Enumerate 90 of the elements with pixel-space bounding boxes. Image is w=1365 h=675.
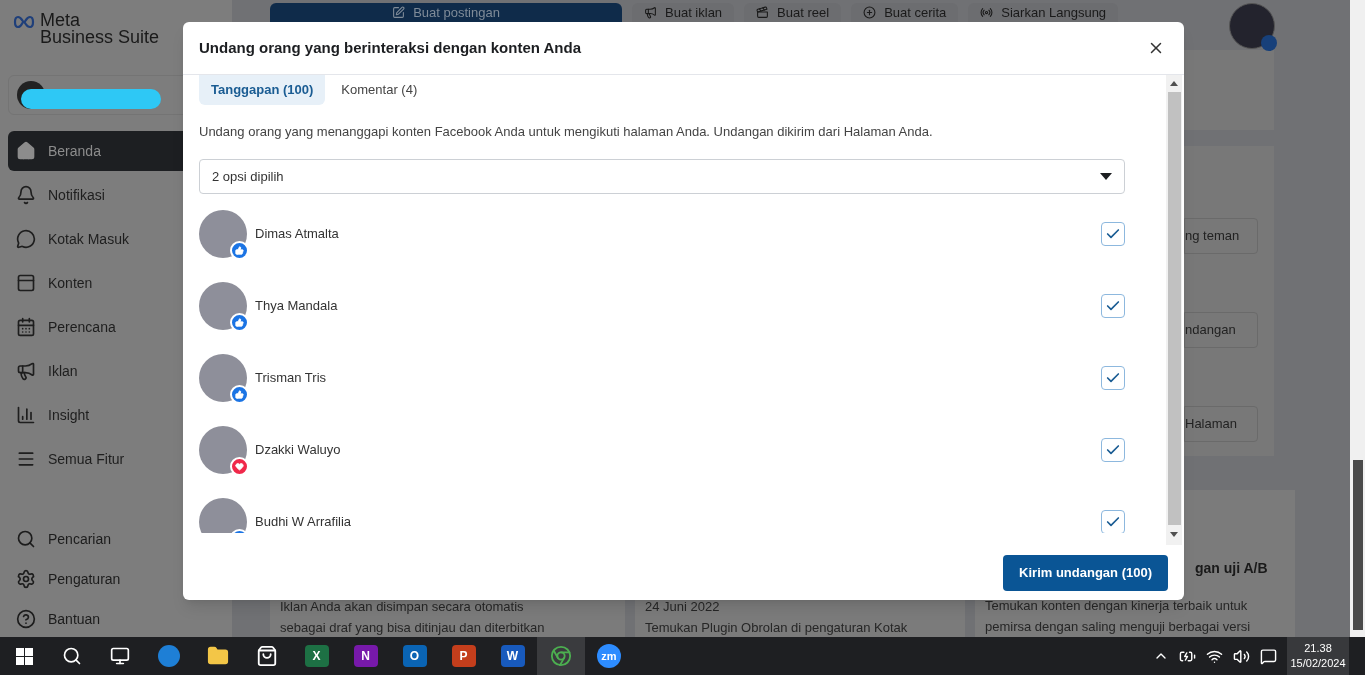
scrollbar-thumb[interactable]: [1167, 92, 1181, 525]
scrollbar-thumb[interactable]: [1352, 460, 1363, 630]
person-name: Dzakki Waluyo: [255, 441, 341, 460]
card-text: Temukan konten dengan kinerja terbaik untuk: [985, 597, 1249, 615]
sidebar-item[interactable]: Semua Fitur: [8, 439, 224, 479]
store-bag-icon[interactable]: [256, 645, 278, 667]
volume-icon[interactable]: [1233, 647, 1250, 665]
app-icon[interactable]: X: [304, 645, 329, 667]
sidebar-item[interactable]: Pencarian: [8, 521, 224, 557]
create-action-button[interactable]: Buat postingan: [270, 3, 622, 22]
megaphone-icon: [644, 6, 657, 19]
sidebar-item[interactable]: Kotak Masuk: [8, 219, 224, 259]
avatar: [199, 426, 247, 474]
home-icon: [16, 141, 36, 161]
search-icon[interactable]: [62, 646, 82, 666]
sidebar-item[interactable]: Insight: [8, 395, 224, 435]
brand-name: Meta: [40, 12, 82, 29]
create-action-button[interactable]: Buat cerita: [851, 3, 959, 22]
tab[interactable]: Komentar (4): [329, 75, 430, 105]
dialog-title: Undang orang yang berinteraksi dengan konten Anda: [199, 37, 581, 58]
create-action-button[interactable]: Siarkan Langsung: [968, 3, 1119, 22]
clock[interactable]: 21.38 15/02/2024: [1287, 637, 1349, 675]
page-avatar[interactable]: [1229, 3, 1275, 49]
like-reaction-icon: [230, 241, 249, 260]
checkbox[interactable]: [1101, 366, 1125, 390]
task-view-icon[interactable]: [110, 646, 130, 666]
sidebar-item[interactable]: Bantuan: [8, 601, 224, 637]
menu-icon: [16, 449, 36, 469]
notifications-icon[interactable]: [1260, 647, 1277, 665]
sidebar-item[interactable]: Pengaturan: [8, 561, 224, 597]
brand-subtitle: Business Suite: [39, 29, 160, 46]
plus-circle-icon: [863, 6, 877, 19]
windows-start-icon[interactable]: [15, 647, 33, 665]
bell-icon: [16, 185, 36, 205]
sidebar-item[interactable]: Perencana: [8, 307, 224, 347]
app-icon[interactable]: W: [500, 645, 525, 667]
infinity-logo-icon: [12, 15, 36, 29]
card-text: Iklan Anda akan disimpan secara otomatis: [280, 598, 525, 616]
dropdown-caret-icon: [1100, 173, 1112, 180]
chat-bubble-icon: [16, 229, 36, 249]
settings-icon: [16, 569, 36, 589]
app-icon[interactable]: N: [353, 645, 378, 667]
zoom-app-icon[interactable]: zm: [597, 644, 621, 668]
card-title: gan uji A/B: [1195, 560, 1268, 576]
like-reaction-icon: [230, 385, 249, 404]
person-name: Dimas Atmalta: [255, 225, 339, 244]
create-action-button[interactable]: Buat iklan: [632, 3, 735, 22]
chrome-browser-icon[interactable]: [550, 645, 572, 667]
side-button[interactable]: ndangan: [1184, 312, 1258, 348]
avatar: [199, 498, 247, 533]
app-icon[interactable]: O: [402, 645, 427, 667]
person-name: Trisman Tris: [255, 369, 327, 388]
calendar-icon: [16, 317, 36, 337]
card-text: sebagai draf yang bisa ditinjau dan diterbitkan: [280, 619, 546, 637]
side-button[interactable]: ng teman: [1184, 218, 1258, 254]
checkbox[interactable]: [1101, 294, 1125, 318]
broadcast-icon: [980, 6, 994, 19]
checkbox[interactable]: [1101, 438, 1125, 462]
help-icon: [16, 609, 36, 629]
tab[interactable]: Tanggapan (100): [199, 75, 326, 105]
content-icon: [16, 273, 36, 293]
card-text: pemirsa dengan saling menguji berbagai versi: [985, 618, 1252, 636]
pen-square-icon: [392, 6, 406, 19]
megaphone-icon: [16, 361, 36, 381]
search-icon: [16, 529, 36, 549]
person-name: Budhi W Arrafilia: [255, 513, 352, 532]
create-action-button[interactable]: Buat reel: [744, 3, 842, 22]
scroll-up-arrow-icon[interactable]: [1170, 81, 1178, 86]
send-invites-button[interactable]: Kirim undangan (100): [1003, 554, 1168, 591]
page-scrollbar[interactable]: [1350, 0, 1365, 637]
side-button[interactable]: Halaman: [1184, 406, 1258, 442]
person-name: Thya Mandala: [255, 297, 338, 316]
scroll-down-arrow-icon[interactable]: [1170, 532, 1178, 537]
checkbox[interactable]: [1101, 222, 1125, 246]
card-text: Temukan Plugin Obrolan di pengaturan Kotak: [645, 619, 909, 637]
clapperboard-icon: [756, 6, 770, 19]
avatar: [199, 282, 247, 330]
avatar: [199, 354, 247, 402]
folder-icon[interactable]: [207, 645, 229, 667]
heart-reaction-icon: [230, 457, 249, 476]
bar-chart-icon: [16, 405, 36, 425]
options-dropdown[interactable]: 2 opsi dipilih: [199, 159, 1125, 194]
card-text: 24 Juni 2022: [645, 598, 721, 616]
app-icon[interactable]: P: [451, 645, 476, 667]
avatar: [199, 210, 247, 258]
dialog-scrollbar[interactable]: [1166, 75, 1182, 545]
sidebar-item[interactable]: Konten: [8, 263, 224, 303]
like-reaction-icon: [230, 313, 249, 332]
checkbox[interactable]: [1101, 510, 1125, 533]
sidebar-item[interactable]: Iklan: [8, 351, 224, 391]
